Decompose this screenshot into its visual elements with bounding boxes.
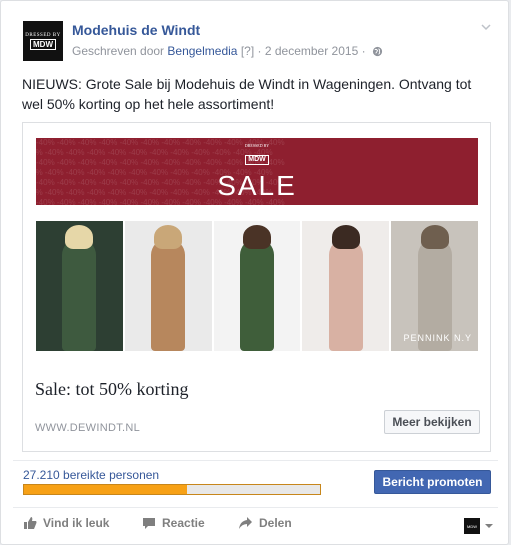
globe-icon xyxy=(372,46,383,57)
comment-label: Reactie xyxy=(162,516,205,530)
page-selector[interactable]: MDW xyxy=(464,518,494,534)
reach-count-link[interactable]: 27.210 bereikte personen xyxy=(23,468,159,482)
meta-prefix: Geschreven door xyxy=(72,44,165,58)
meta-separator: · xyxy=(257,44,262,58)
reach-progress-bar xyxy=(23,484,321,495)
post-card: DRESSED BY MDW Modehuis de Windt Geschre… xyxy=(0,0,509,545)
attachment-title[interactable]: Sale: tot 50% korting xyxy=(35,379,188,400)
model-photo-strip[interactable]: PENNINK N.Y xyxy=(36,221,478,351)
action-bar: Vind ik leuk Reactie Delen MDW xyxy=(1,516,510,540)
post-text: NIEUWS: Grote Sale bij Modehuis de Windt… xyxy=(22,76,472,112)
page-avatar[interactable]: DRESSED BY MDW xyxy=(23,21,63,61)
banner-logo: DRESSED BY MDW xyxy=(244,143,270,165)
page-selector-avatar: MDW xyxy=(464,518,480,534)
caret-down-icon xyxy=(485,524,493,528)
divider xyxy=(13,460,498,461)
chevron-down-icon[interactable] xyxy=(480,21,492,33)
like-button[interactable]: Vind ik leuk xyxy=(23,516,109,530)
model-photo xyxy=(36,221,123,351)
attachment-domain: WWW.DEWINDT.NL xyxy=(35,422,141,434)
like-label: Vind ik leuk xyxy=(43,516,110,530)
avatar-logo-line2: MDW xyxy=(30,38,56,50)
author-note[interactable]: [?] xyxy=(241,44,254,58)
model-photo xyxy=(124,221,212,351)
banner-sale-text: SALE xyxy=(217,170,297,201)
avatar-logo-line1: DRESSED BY xyxy=(25,32,61,38)
like-icon xyxy=(24,517,37,529)
model-photo xyxy=(302,221,390,351)
model-photo xyxy=(213,221,301,351)
learn-more-button[interactable]: Meer bekijken xyxy=(384,410,480,434)
link-attachment[interactable]: -40% -40% -40% -40% -40% -40% -40% -40% … xyxy=(22,122,491,452)
divider xyxy=(13,507,498,508)
promote-post-button[interactable]: Bericht promoten xyxy=(374,470,491,494)
photo-watermark: PENNINK N.Y xyxy=(403,333,472,343)
author-link[interactable]: Bengelmedia xyxy=(167,44,237,58)
model-photo: PENNINK N.Y xyxy=(391,221,478,351)
post-date[interactable]: 2 december 2015 xyxy=(265,44,358,58)
comment-button[interactable]: Reactie xyxy=(142,516,205,530)
share-button[interactable]: Delen xyxy=(238,516,292,530)
sale-banner[interactable]: -40% -40% -40% -40% -40% -40% -40% -40% … xyxy=(36,138,478,205)
page-name-link[interactable]: Modehuis de Windt xyxy=(72,22,200,38)
meta-separator-2: · xyxy=(361,44,366,58)
share-label: Delen xyxy=(259,516,292,530)
post-meta: Geschreven door Bengelmedia [?] · 2 dece… xyxy=(72,44,383,58)
comment-icon xyxy=(143,518,155,529)
share-icon xyxy=(239,517,252,529)
reach-progress-fill xyxy=(24,485,187,494)
